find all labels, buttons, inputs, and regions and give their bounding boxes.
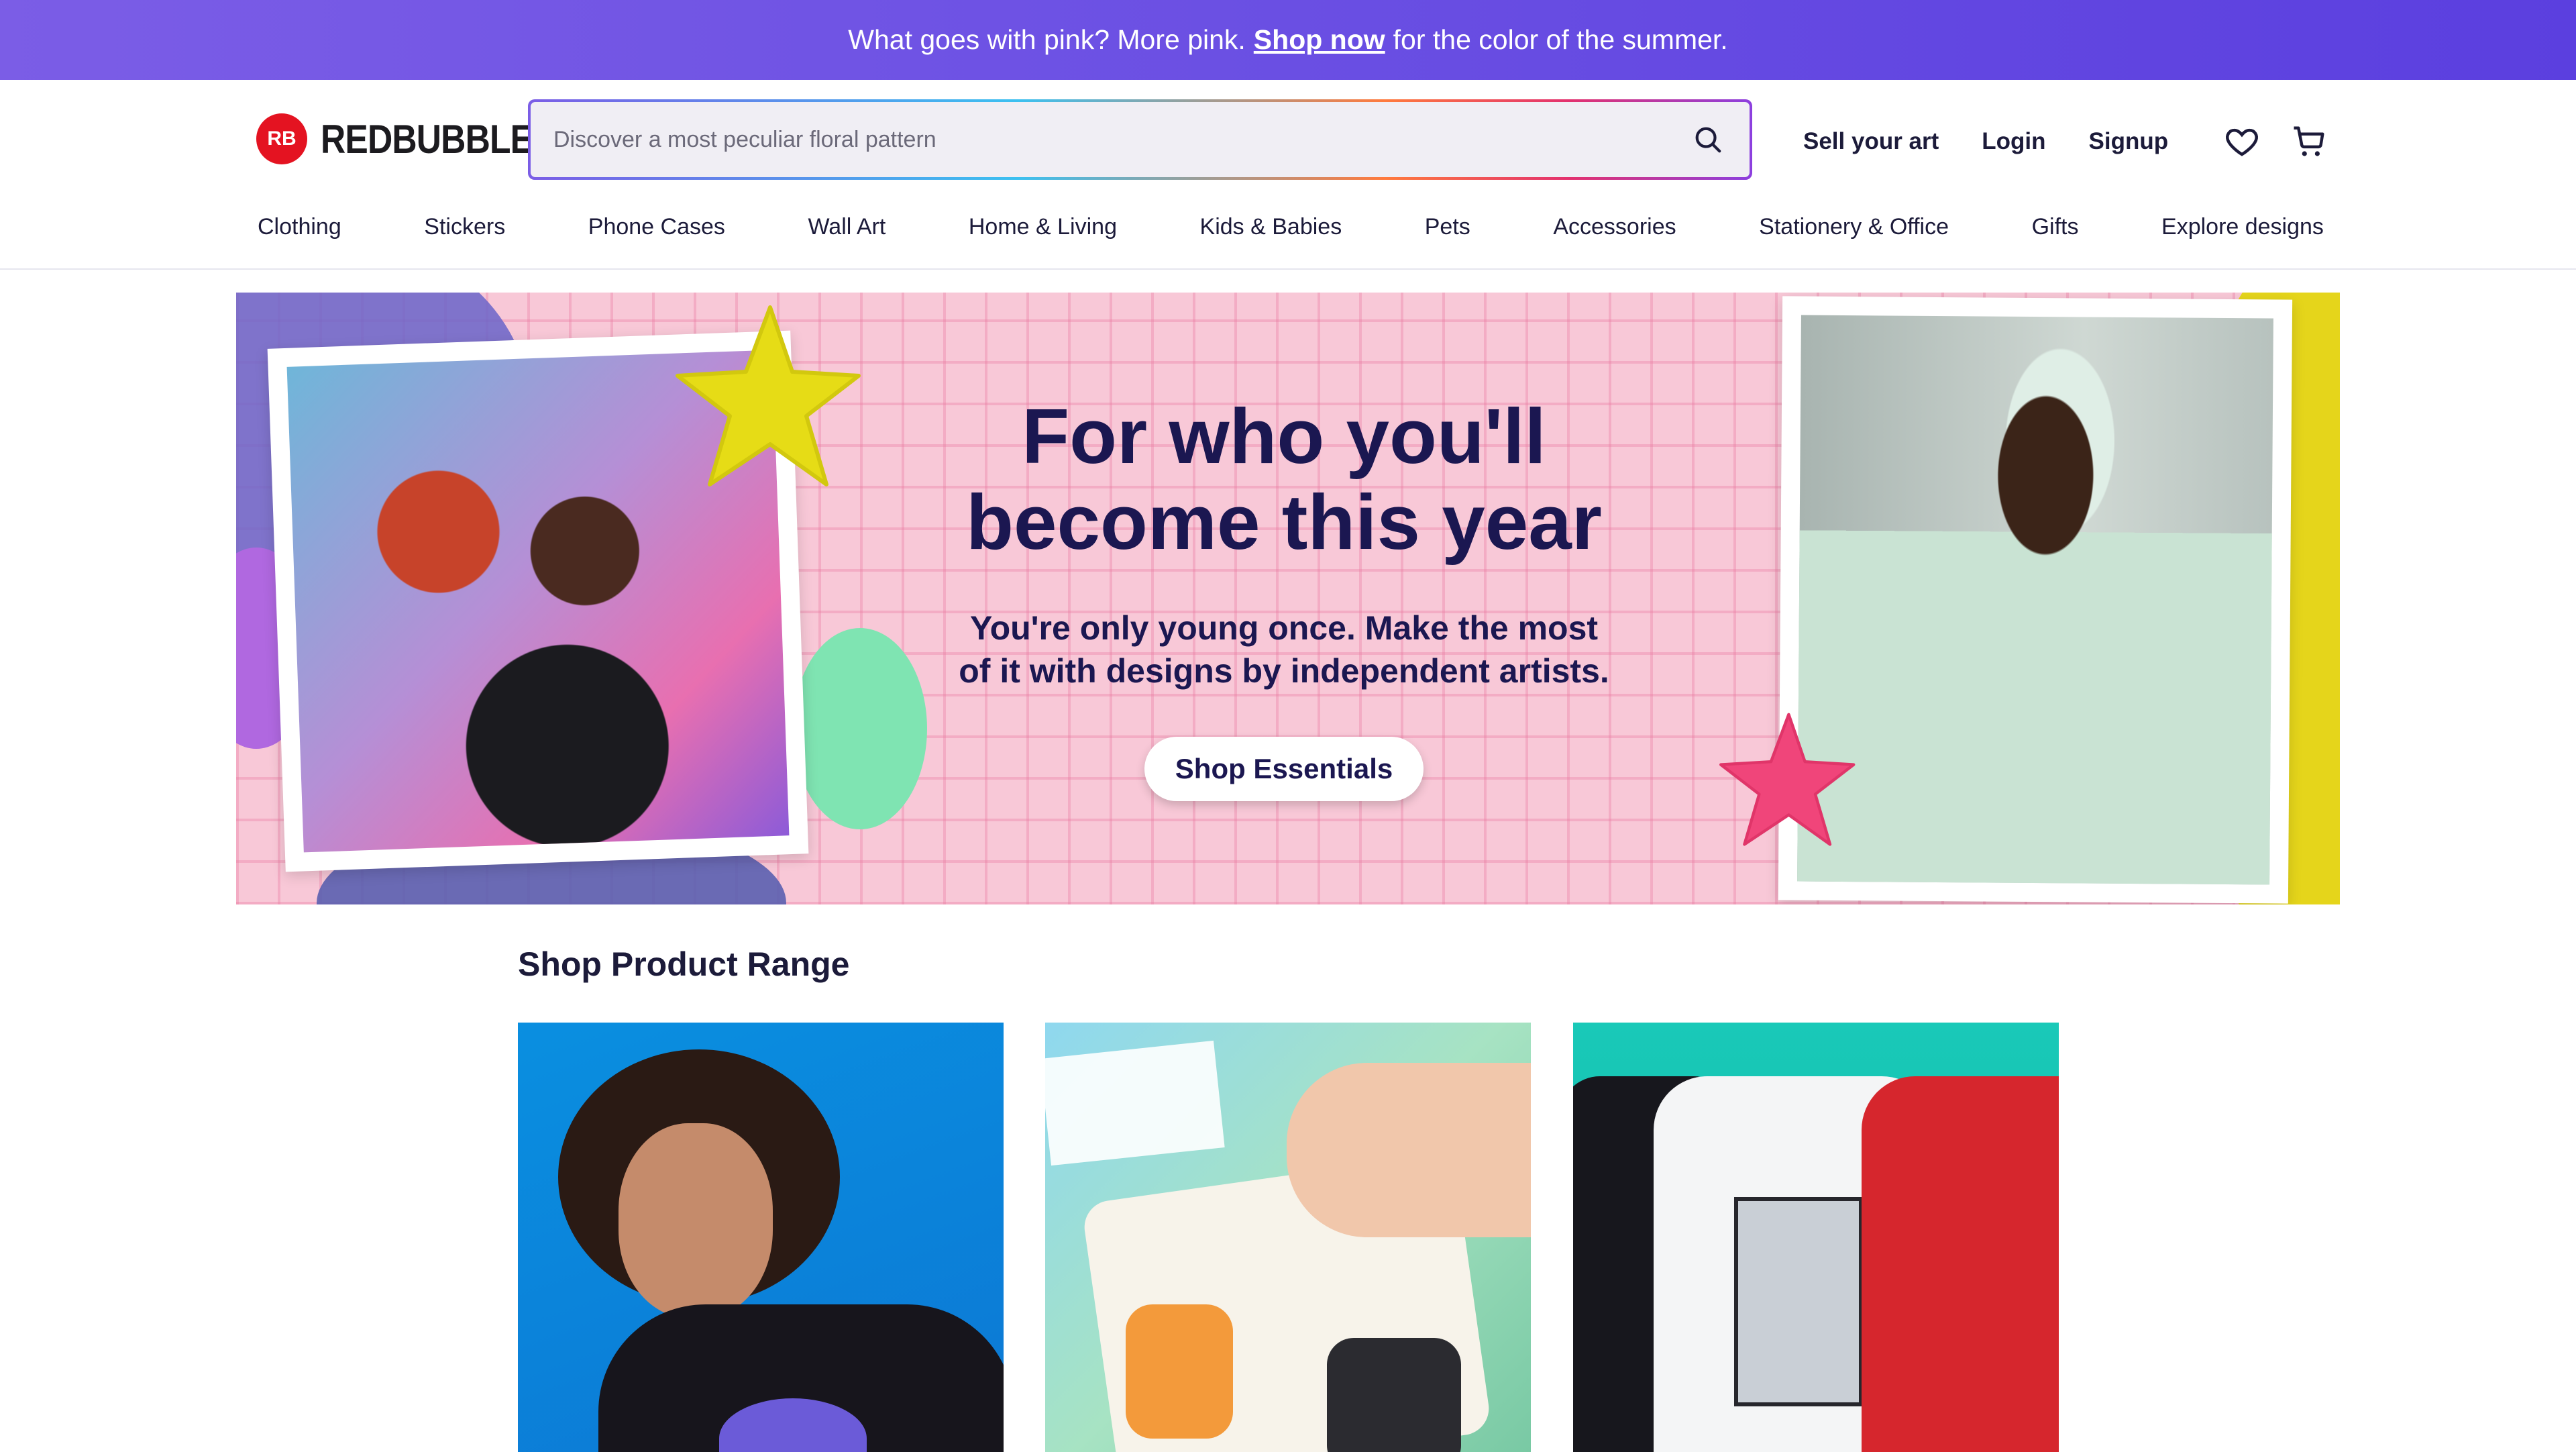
hoodie-model-face bbox=[619, 1123, 773, 1318]
nav-stationery-office[interactable]: Stationery & Office bbox=[1759, 214, 1949, 240]
nav-explore-designs[interactable]: Explore designs bbox=[2161, 214, 2324, 240]
login-link[interactable]: Login bbox=[1982, 128, 2045, 155]
logo-wordmark: REDBUBBLE bbox=[321, 116, 533, 162]
nav-clothing[interactable]: Clothing bbox=[258, 214, 341, 240]
search-input[interactable] bbox=[552, 125, 1688, 154]
hero-subtitle-line1: You're only young once. Make the most bbox=[969, 609, 1599, 647]
tshirt-red bbox=[1862, 1076, 2059, 1452]
sell-your-art-link[interactable]: Sell your art bbox=[1803, 128, 1939, 155]
shop-essentials-button[interactable]: Shop Essentials bbox=[1144, 737, 1424, 801]
sticker-orange bbox=[1126, 1304, 1233, 1439]
pink-star-icon bbox=[1719, 713, 1856, 846]
stickers-tile[interactable] bbox=[1045, 1023, 1531, 1452]
cart-icon bbox=[2294, 126, 2324, 156]
sticker-dark bbox=[1327, 1338, 1461, 1452]
nav-kids-babies[interactable]: Kids & Babies bbox=[1200, 214, 1342, 240]
logo-mark: RB bbox=[256, 113, 307, 164]
nav-wall-art[interactable]: Wall Art bbox=[808, 214, 885, 240]
nav-phone-cases[interactable]: Phone Cases bbox=[588, 214, 725, 240]
site-header: RB REDBUBBLE Sell your art Login Signup bbox=[0, 80, 2576, 270]
search-button[interactable] bbox=[1688, 119, 1728, 160]
hero-content: For who you'll become this year You're o… bbox=[915, 393, 1653, 801]
nav-gifts[interactable]: Gifts bbox=[2032, 214, 2079, 240]
hero-subtitle-line2: of it with designs by independent artist… bbox=[959, 652, 1609, 690]
hero-blob-green bbox=[793, 628, 927, 829]
nav-accessories[interactable]: Accessories bbox=[1553, 214, 1676, 240]
search-bar bbox=[528, 99, 1752, 180]
promo-shop-now-link[interactable]: Shop now bbox=[1254, 24, 1385, 56]
hero-subtitle: You're only young once. Make the most of… bbox=[915, 607, 1653, 692]
nav-pets[interactable]: Pets bbox=[1425, 214, 1470, 240]
promo-text-after: for the color of the summer. bbox=[1393, 24, 1728, 55]
hero-banner: For who you'll become this year You're o… bbox=[236, 293, 2340, 904]
hero-title: For who you'll become this year bbox=[915, 393, 1653, 565]
nav-home-living[interactable]: Home & Living bbox=[969, 214, 1117, 240]
redbubble-logo[interactable]: RB REDBUBBLE bbox=[256, 113, 568, 164]
signup-link[interactable]: Signup bbox=[2089, 128, 2169, 155]
hero-title-line2: become this year bbox=[966, 478, 1602, 566]
header-links: Sell your art Login Signup bbox=[1803, 121, 2349, 162]
search-icon bbox=[1695, 127, 1721, 153]
wishlist-button[interactable] bbox=[2222, 121, 2262, 162]
model-photo bbox=[1797, 315, 2273, 885]
sticker-shop-deals bbox=[1045, 1040, 1225, 1166]
hero-title-line1: For who you'll bbox=[1022, 393, 1546, 480]
tshirt-print bbox=[1734, 1197, 1863, 1406]
promo-banner: What goes with pink? More pink. Shop now… bbox=[0, 0, 2576, 80]
product-range-title: Shop Product Range bbox=[518, 945, 850, 983]
tshirts-tile[interactable] bbox=[1573, 1023, 2059, 1452]
hoodie-tile[interactable] bbox=[518, 1023, 1004, 1452]
search-box bbox=[531, 102, 1750, 177]
cart-button[interactable] bbox=[2289, 121, 2329, 162]
category-nav: Clothing Stickers Phone Cases Wall Art H… bbox=[258, 214, 2324, 240]
hand bbox=[1287, 1063, 1531, 1237]
promo-text: What goes with pink? More pink. bbox=[848, 24, 1246, 55]
nav-stickers[interactable]: Stickers bbox=[424, 214, 505, 240]
yellow-star-icon bbox=[676, 305, 861, 486]
heart-icon bbox=[2226, 128, 2259, 156]
